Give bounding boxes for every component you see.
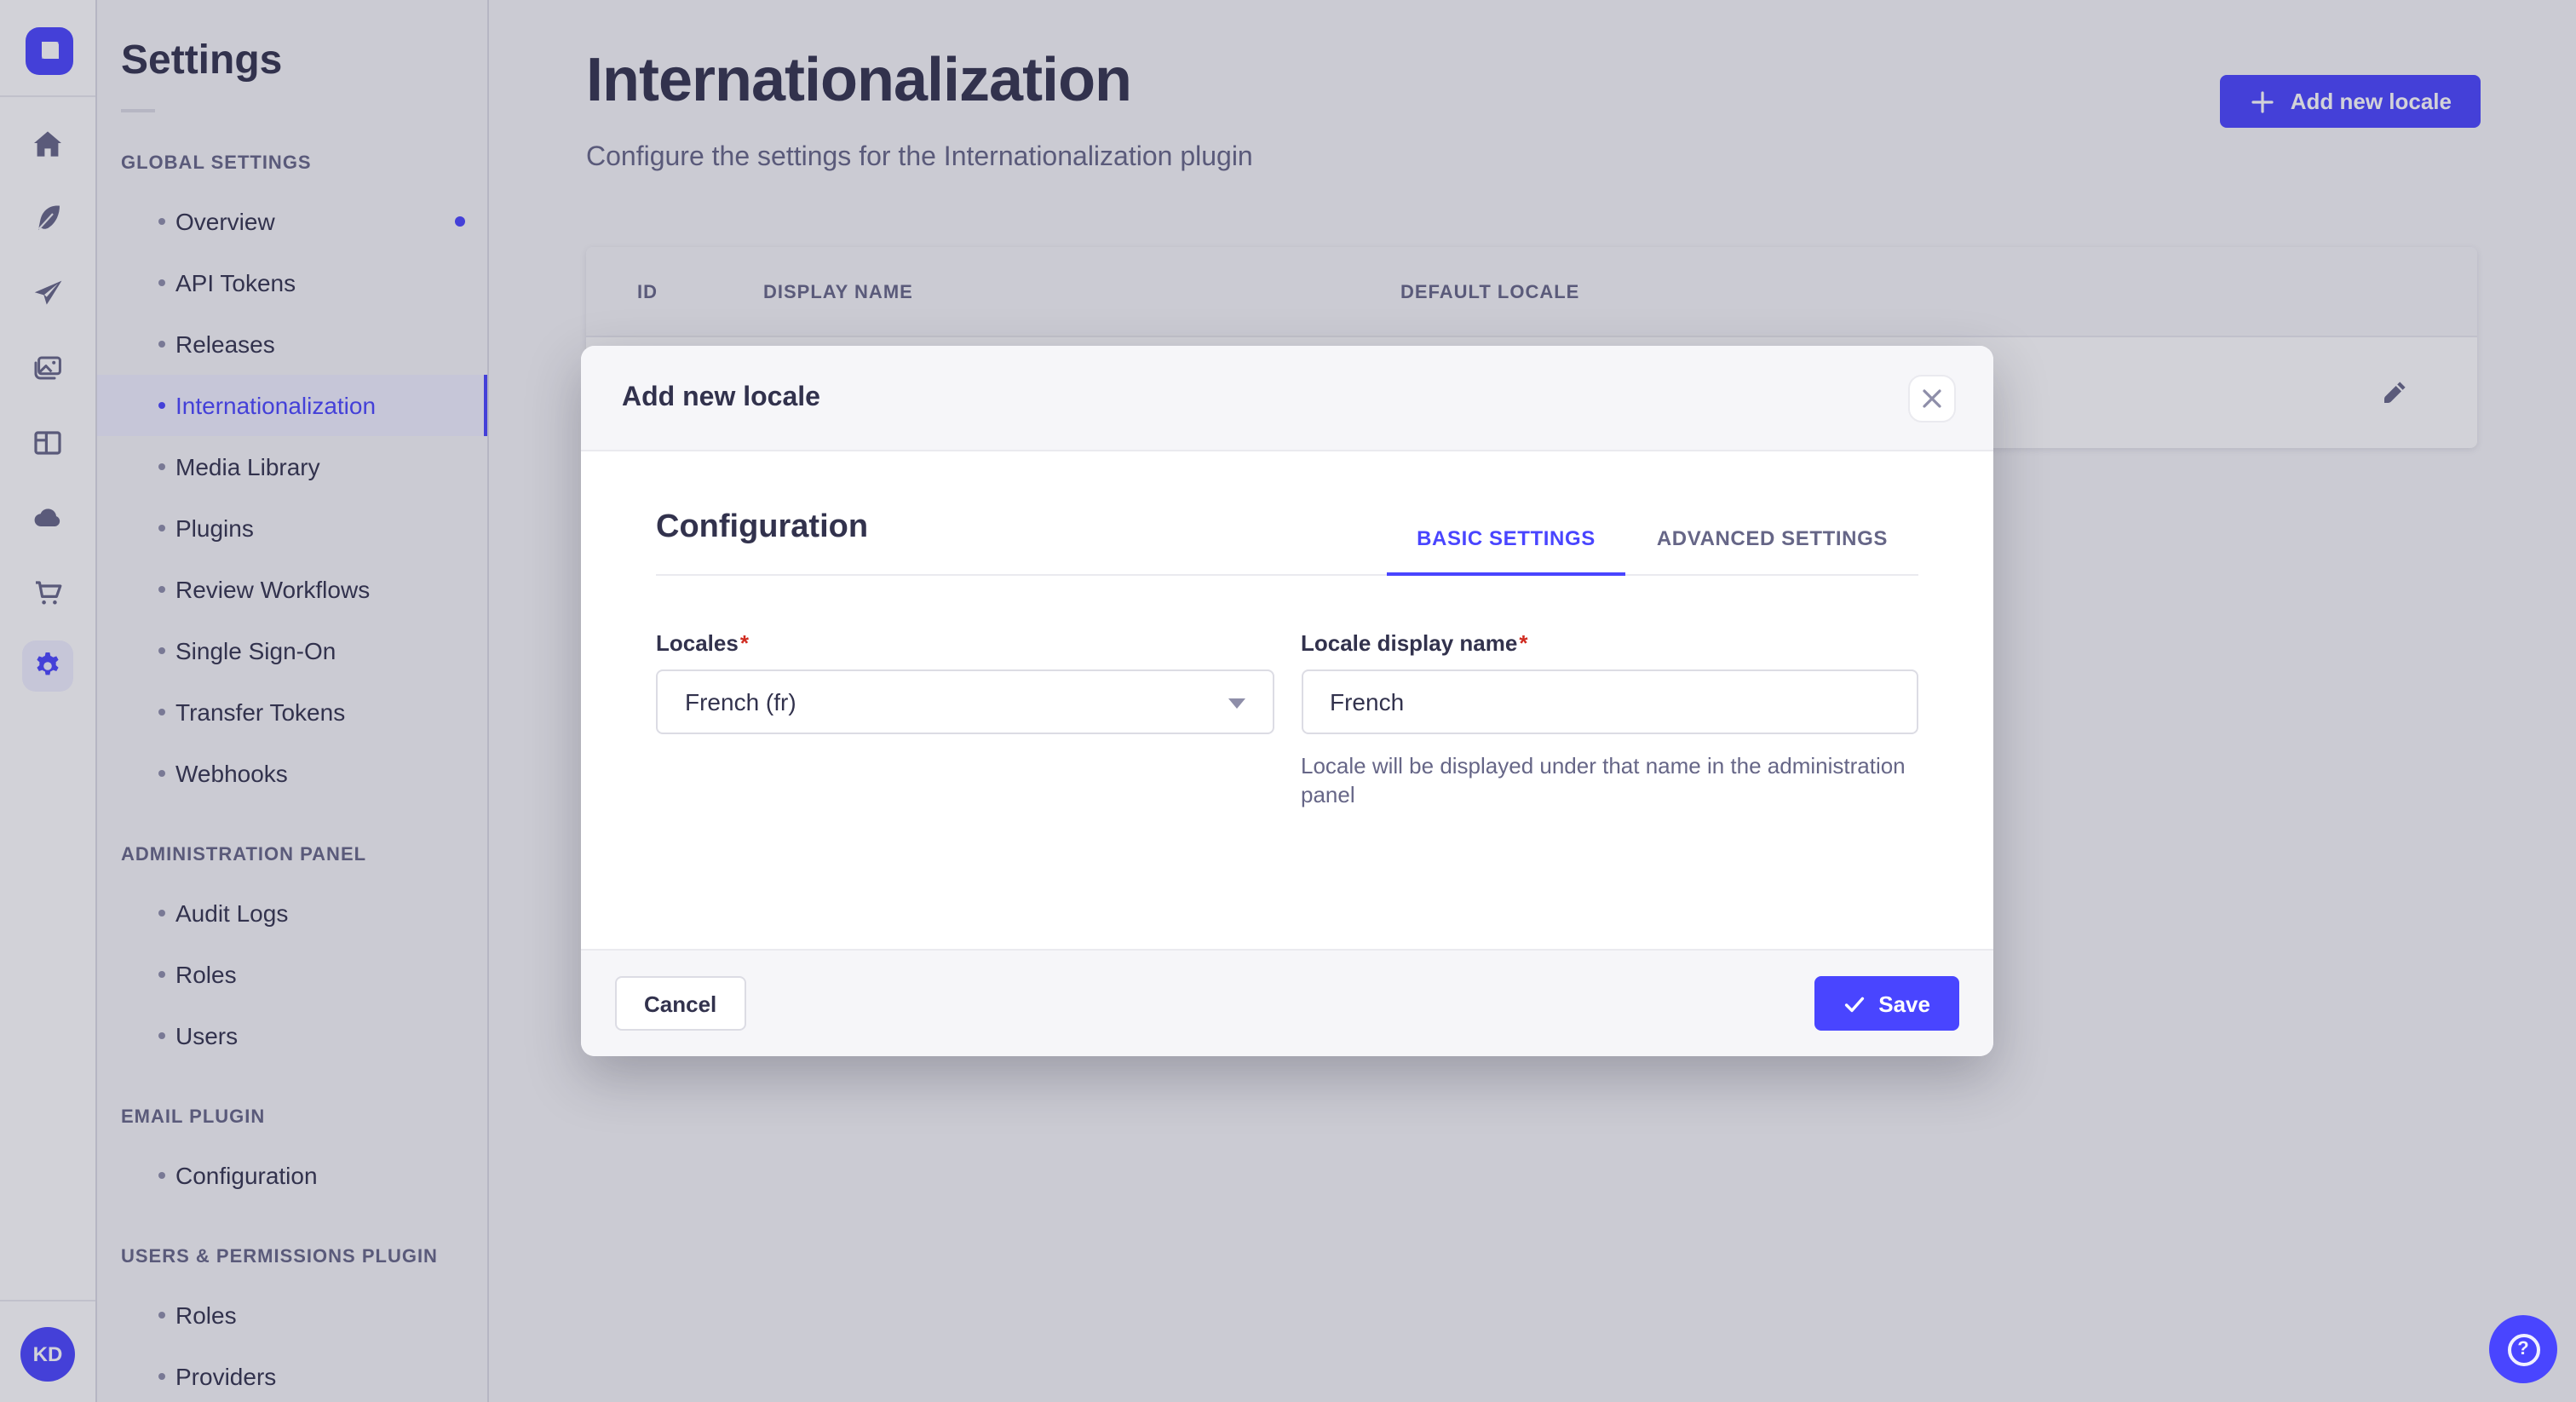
modal-header: Add new locale bbox=[581, 346, 1993, 451]
help-button[interactable]: ? bbox=[2489, 1315, 2557, 1383]
check-icon bbox=[1844, 996, 1864, 1012]
locales-label: Locales * bbox=[656, 630, 1274, 656]
locales-label-text: Locales bbox=[656, 630, 739, 656]
display-name-help-text: Locale will be displayed under that name… bbox=[1301, 753, 1906, 807]
add-new-locale-modal: Add new locale Configuration BASIC SETTI… bbox=[581, 346, 1993, 1056]
locales-selected-value: French (fr) bbox=[685, 688, 796, 715]
modal-title: Add new locale bbox=[622, 382, 820, 411]
required-asterisk: * bbox=[1519, 630, 1528, 656]
question-mark-icon: ? bbox=[2507, 1333, 2539, 1365]
app-window: KD Settings GLOBAL SETTINGS Overview API… bbox=[0, 0, 2576, 1402]
tab-basic-settings[interactable]: BASIC SETTINGS bbox=[1386, 526, 1626, 576]
cancel-button[interactable]: Cancel bbox=[615, 976, 746, 1031]
save-button-label: Save bbox=[1878, 991, 1930, 1016]
display-name-label-text: Locale display name bbox=[1301, 630, 1518, 656]
tab-advanced-settings[interactable]: ADVANCED SETTINGS bbox=[1626, 526, 1918, 574]
display-name-field: Locale display name* Locale will be disp… bbox=[1301, 630, 1918, 809]
close-icon[interactable] bbox=[1908, 374, 1956, 422]
form-fields-row: Locales * French (fr) Locale display name… bbox=[656, 630, 1918, 809]
modal-body: Configuration BASIC SETTINGS ADVANCED SE… bbox=[581, 451, 1993, 949]
chevron-down-icon bbox=[1228, 698, 1245, 709]
display-name-label: Locale display name * bbox=[1301, 630, 1918, 656]
required-asterisk: * bbox=[739, 630, 749, 656]
locales-select[interactable]: French (fr) bbox=[656, 669, 1274, 734]
save-button[interactable]: Save bbox=[1814, 976, 1959, 1031]
locales-field: Locales * French (fr) bbox=[656, 630, 1274, 809]
display-name-input[interactable] bbox=[1301, 669, 1918, 734]
settings-tabs: BASIC SETTINGS ADVANCED SETTINGS bbox=[1386, 526, 1918, 576]
modal-footer: Cancel Save bbox=[581, 949, 1993, 1056]
configuration-header-row: Configuration BASIC SETTINGS ADVANCED SE… bbox=[656, 451, 1918, 576]
configuration-title: Configuration bbox=[656, 509, 869, 545]
